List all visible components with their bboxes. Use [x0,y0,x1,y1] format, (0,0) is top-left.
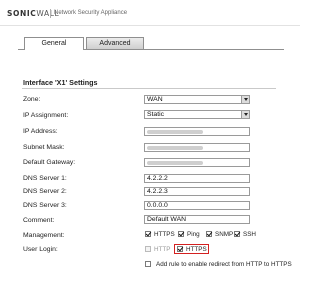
redacted-value [147,130,203,134]
sonicwall-logo: SONICWALL [7,9,60,18]
comment-field[interactable]: Default WAN [144,215,250,224]
management-ssh-label: SSH [243,231,256,238]
dns1-label: DNS Server 1: [23,175,67,182]
management-https-label: HTTPS [154,231,175,238]
redirect-checkbox[interactable] [145,261,151,267]
section-divider [22,88,276,89]
tab-general[interactable]: General [24,37,84,50]
dns3-label: DNS Server 3: [23,202,67,209]
logo-divider [50,9,51,18]
management-ping-label: Ping [187,231,200,238]
product-name: Network Security Appliance [54,10,128,16]
management-ssh-checkbox[interactable] [234,231,240,237]
default-gateway-label: Default Gateway: [23,159,76,166]
section-title: Interface 'X1' Settings [23,78,98,87]
user-login-label: User Login: [23,246,58,253]
zone-label: Zone: [23,96,41,103]
subnet-mask-field[interactable] [144,143,250,152]
header-divider [0,25,300,26]
redirect-label: Add rule to enable redirect from HTTP to… [156,261,292,268]
ip-assignment-label: IP Assignment: [23,112,69,119]
highlight-box [174,244,209,254]
user-login-http-label: HTTP [154,246,171,253]
redacted-value [147,146,203,150]
ip-assignment-select[interactable]: Static [144,110,250,119]
zone-value: WAN [147,96,163,103]
dns2-field[interactable]: 4.2.2.3 [144,187,250,196]
dns2-label: DNS Server 2: [23,188,67,195]
management-ping-checkbox[interactable] [178,231,184,237]
dns1-field[interactable]: 4.2.2.2 [144,174,250,183]
app-header: SONICWALL Network Security Appliance [0,0,300,26]
comment-label: Comment: [23,217,55,224]
subnet-mask-label: Subnet Mask: [23,144,65,151]
redacted-value [147,161,203,165]
ip-assignment-value: Static [147,111,164,118]
ip-address-field[interactable] [144,127,250,136]
zone-select[interactable]: WAN [144,95,250,104]
chevron-down-icon[interactable] [241,96,249,103]
management-snmp-label: SNMP [215,231,234,238]
management-https-checkbox[interactable] [145,231,151,237]
management-label: Management: [23,232,65,239]
user-login-http-checkbox[interactable] [145,246,151,252]
dns3-field[interactable]: 0.0.0.0 [144,201,250,210]
chevron-down-icon[interactable] [241,111,249,118]
management-snmp-checkbox[interactable] [206,231,212,237]
default-gateway-field[interactable] [144,158,250,167]
ip-address-label: IP Address: [23,128,58,135]
tab-advanced[interactable]: Advanced [86,37,144,49]
